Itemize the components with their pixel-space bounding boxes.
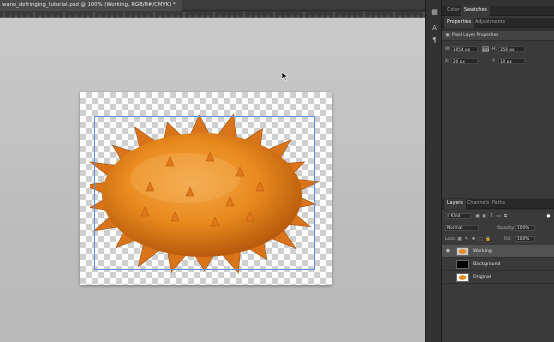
lock-icon[interactable]: 🔒	[485, 237, 491, 242]
tab-adjustments[interactable]: Adjustments	[472, 18, 508, 28]
tab-channels[interactable]: Channels	[464, 199, 492, 209]
width-label: W:	[445, 47, 451, 52]
layer-thumbnail	[456, 260, 469, 269]
blend-mode-select[interactable]: Normal	[445, 225, 479, 231]
lock-image-icon[interactable]: ✎	[464, 237, 469, 242]
lock-transparent-icon[interactable]: ▦	[457, 237, 462, 242]
tab-paths[interactable]: Paths	[489, 199, 508, 209]
tab-properties[interactable]: Properties	[444, 18, 475, 28]
character-icon[interactable]: A	[430, 24, 439, 33]
pixel-layer-icon: ▣	[445, 33, 450, 38]
layer-filter-select[interactable]: ⌕ Kind	[445, 213, 471, 219]
tab-layers[interactable]: Layers	[444, 199, 466, 209]
document-tab-title: wano_defringing_tutorial.psd @ 100% (Wor…	[2, 2, 176, 8]
document-tab[interactable]: wano_defringing_tutorial.psd @ 100% (Wor…	[0, 0, 182, 11]
height-field[interactable]: 356 px	[498, 46, 525, 52]
lock-artboard-icon[interactable]: ⬚	[478, 237, 483, 242]
lock-position-icon[interactable]: ✥	[471, 237, 476, 242]
y-label: Y:	[492, 59, 496, 64]
search-icon: ⌕	[447, 214, 450, 219]
layer-row-working[interactable]: ◉ Working	[442, 245, 554, 258]
color-panel-tabs: Color Swatches	[442, 6, 554, 16]
fill-field[interactable]: 100%	[515, 236, 535, 242]
eye-hidden-icon[interactable]	[445, 274, 451, 280]
layer-row-original[interactable]: Original	[442, 271, 554, 284]
filter-smart-object-icon[interactable]: ⧉	[503, 214, 508, 219]
layer-name: Working	[473, 249, 492, 254]
filter-adjustment-icon[interactable]: ◐	[482, 214, 487, 219]
arrow-cursor-icon	[282, 72, 288, 81]
x-field[interactable]: 20 px	[451, 58, 478, 64]
opacity-label: Opacity:	[497, 226, 515, 231]
layer-row-background[interactable]: Background	[442, 258, 554, 271]
panel-icon-strip: ▦ A ¶	[425, 0, 442, 342]
layer-name: Original	[473, 275, 491, 280]
properties-panel-body	[442, 31, 554, 198]
x-label: X:	[445, 59, 450, 64]
eye-hidden-icon[interactable]	[445, 261, 451, 267]
lock-label: Lock:	[445, 237, 457, 242]
layer-filter-kind: Kind	[450, 214, 461, 219]
layer-thumbnail	[456, 247, 469, 256]
filter-type-icon[interactable]: T	[489, 214, 494, 219]
layer-name: Background	[473, 262, 501, 267]
layer-thumbnail	[456, 273, 469, 282]
paragraph-icon[interactable]: ¶	[430, 36, 439, 45]
filter-pixel-icon[interactable]: ▣	[475, 214, 480, 219]
filter-shape-icon[interactable]: ▭	[496, 214, 501, 219]
opacity-field[interactable]: 100%	[515, 225, 535, 231]
chain-link-icon[interactable]: GO	[482, 46, 489, 52]
layer-list: ◉ Working Background Original	[442, 245, 554, 285]
layers-panel-tabs: Layers Channels Paths	[442, 199, 554, 209]
width-field[interactable]: 1054 px	[451, 46, 478, 52]
right-panels: Color Swatches Properties Adjustments ▣ …	[442, 0, 554, 342]
history-icon[interactable]: ▦	[430, 8, 439, 17]
pixel-layer-properties-header: ▣ Pixel Layer Properties	[442, 31, 554, 41]
ruler-ticks	[3, 12, 425, 18]
y-field[interactable]: 10 px	[498, 58, 525, 64]
tab-swatches[interactable]: Swatches	[461, 6, 490, 16]
filter-toggle-icon[interactable]: ●	[546, 214, 551, 219]
transform-bounds[interactable]	[94, 116, 315, 270]
document-tab-bar: wano_defringing_tutorial.psd @ 100% (Wor…	[0, 0, 425, 11]
properties-section-title: Pixel Layer Properties	[452, 33, 499, 38]
horizontal-ruler	[0, 11, 425, 18]
eye-icon[interactable]: ◉	[445, 248, 451, 254]
blend-mode-value: Normal	[447, 226, 463, 231]
height-label: H:	[492, 47, 497, 52]
properties-panel-tabs: Properties Adjustments	[442, 18, 554, 28]
fill-label: Fill:	[504, 237, 512, 242]
tab-color[interactable]: Color	[444, 6, 463, 16]
